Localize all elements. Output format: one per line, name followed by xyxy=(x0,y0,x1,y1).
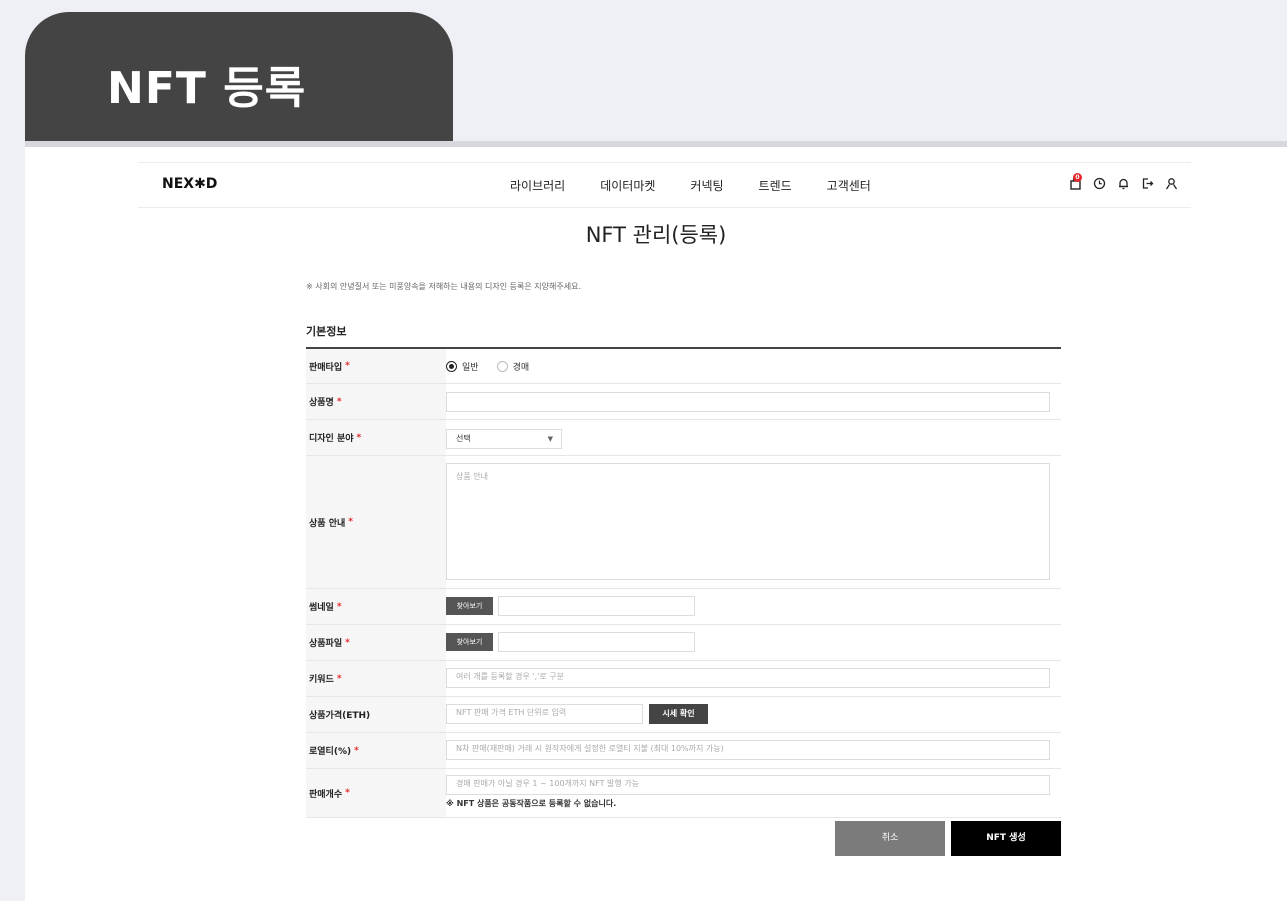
row-price: 상품가격(ETH) NFT 판매 가격 ETH 단위로 입력 시세 확인 xyxy=(306,697,1061,733)
label-quantity: 판매개수 * xyxy=(306,769,446,817)
notice-text: ※ 사회의 안녕질서 또는 미풍양속을 저해하는 내용의 디자인 등록은 지양해… xyxy=(306,282,582,291)
radio-checked-icon xyxy=(446,360,457,372)
cancel-button[interactable]: 취소 xyxy=(835,821,945,856)
label-sale-type: 판매타입 * xyxy=(306,349,446,383)
radio-unchecked-icon xyxy=(496,360,508,372)
row-thumbnail: 썸네일 * 찾아보기 xyxy=(306,589,1061,625)
create-nft-button[interactable]: NFT 생성 xyxy=(951,821,1061,856)
quantity-input[interactable]: 경매 판매가 아닐 경우 1 ~ 100개까지 NFT 발행 가능 xyxy=(446,775,1050,795)
radio-general[interactable]: 일반 xyxy=(446,360,479,373)
cart-badge: 0 xyxy=(1073,173,1082,182)
keyword-input[interactable]: 여러 개를 등록할 경우 ','로 구분 xyxy=(446,668,1050,688)
product-file-field[interactable] xyxy=(498,632,695,652)
row-design-field: 디자인 분야 * 선택 ▼ xyxy=(306,420,1061,456)
menu-customer-center[interactable]: 고객센터 xyxy=(827,177,871,194)
thumbnail-file-field[interactable] xyxy=(498,596,695,616)
row-product-name: 상품명 * xyxy=(306,384,1061,420)
row-product-file: 상품파일 * 찾아보기 xyxy=(306,625,1061,661)
label-price: 상품가격(ETH) xyxy=(306,697,446,732)
nft-form: 판매타입 * 일반 경매 상품명 * 디자인 분야 * 선택 ▼ 상품 안내 * 상품 안… xyxy=(306,347,1061,818)
main-menu: 라이브러리 데이터마켓 커넥팅 트렌드 고객센터 xyxy=(510,177,906,194)
row-product-desc: 상품 안내 * 상품 안내 xyxy=(306,456,1061,589)
label-design-field: 디자인 분야 * xyxy=(306,420,446,455)
menu-trend[interactable]: 트렌드 xyxy=(759,177,792,194)
cart-icon[interactable]: 0 xyxy=(1068,173,1083,192)
label-product-desc: 상품 안내 * xyxy=(306,456,446,588)
bell-icon[interactable] xyxy=(1116,177,1131,192)
caret-down-icon: ▼ xyxy=(547,435,553,443)
page-title: NFT 관리(등록) xyxy=(585,223,727,247)
logout-icon[interactable] xyxy=(1140,177,1155,192)
royalty-input[interactable]: N차 판매(재판매) 거래 시 원작자에게 설정한 로열티 지불 (최대 10%… xyxy=(446,740,1050,760)
menu-connecting[interactable]: 커넥팅 xyxy=(690,177,723,194)
screenshot-panel: NEX✱D 라이브러리 데이터마켓 커넥팅 트렌드 고객센터 0 NFT 관리(… xyxy=(25,147,1287,901)
top-navigation: NEX✱D 라이브러리 데이터마켓 커넥팅 트렌드 고객센터 0 xyxy=(138,162,1191,208)
radio-auction[interactable]: 경매 xyxy=(496,360,529,373)
section-title: 기본정보 xyxy=(306,325,347,338)
logo[interactable]: NEX✱D xyxy=(162,176,217,192)
menu-library[interactable]: 라이브러리 xyxy=(510,177,565,194)
row-sale-type: 판매타입 * 일반 경매 xyxy=(306,349,1061,384)
design-field-select[interactable]: 선택 ▼ xyxy=(446,429,562,449)
label-thumbnail: 썸네일 * xyxy=(306,589,446,624)
row-quantity: 판매개수 * 경매 판매가 아닐 경우 1 ~ 100개까지 NFT 발행 가능 … xyxy=(306,769,1061,818)
banner-title: NFT 등록 xyxy=(107,63,307,114)
product-desc-textarea[interactable]: 상품 안내 xyxy=(446,463,1050,580)
user-icon[interactable] xyxy=(1164,177,1179,192)
thumbnail-browse-button[interactable]: 찾아보기 xyxy=(446,597,493,615)
menu-data-market[interactable]: 데이터마켓 xyxy=(600,177,655,194)
clock-icon[interactable] xyxy=(1092,177,1107,192)
label-royalty: 로열티(%) * xyxy=(306,733,446,768)
label-product-name: 상품명 * xyxy=(306,384,446,419)
market-price-button[interactable]: 시세 확인 xyxy=(649,704,708,724)
quantity-helper-text: ※ NFT 상품은 공동작품으로 등록할 수 없습니다. xyxy=(446,799,617,808)
product-name-input[interactable] xyxy=(446,392,1050,412)
row-royalty: 로열티(%) * N차 판매(재판매) 거래 시 원작자에게 설정한 로열티 지불… xyxy=(306,733,1061,769)
label-keyword: 키워드 * xyxy=(306,661,446,696)
price-input[interactable]: NFT 판매 가격 ETH 단위로 입력 xyxy=(446,704,643,724)
label-product-file: 상품파일 * xyxy=(306,625,446,660)
row-keyword: 키워드 * 여러 개를 등록할 경우 ','로 구분 xyxy=(306,661,1061,697)
product-file-browse-button[interactable]: 찾아보기 xyxy=(446,633,493,651)
header-icons: 0 xyxy=(1068,173,1188,192)
banner-tab: NFT 등록 xyxy=(25,12,453,141)
